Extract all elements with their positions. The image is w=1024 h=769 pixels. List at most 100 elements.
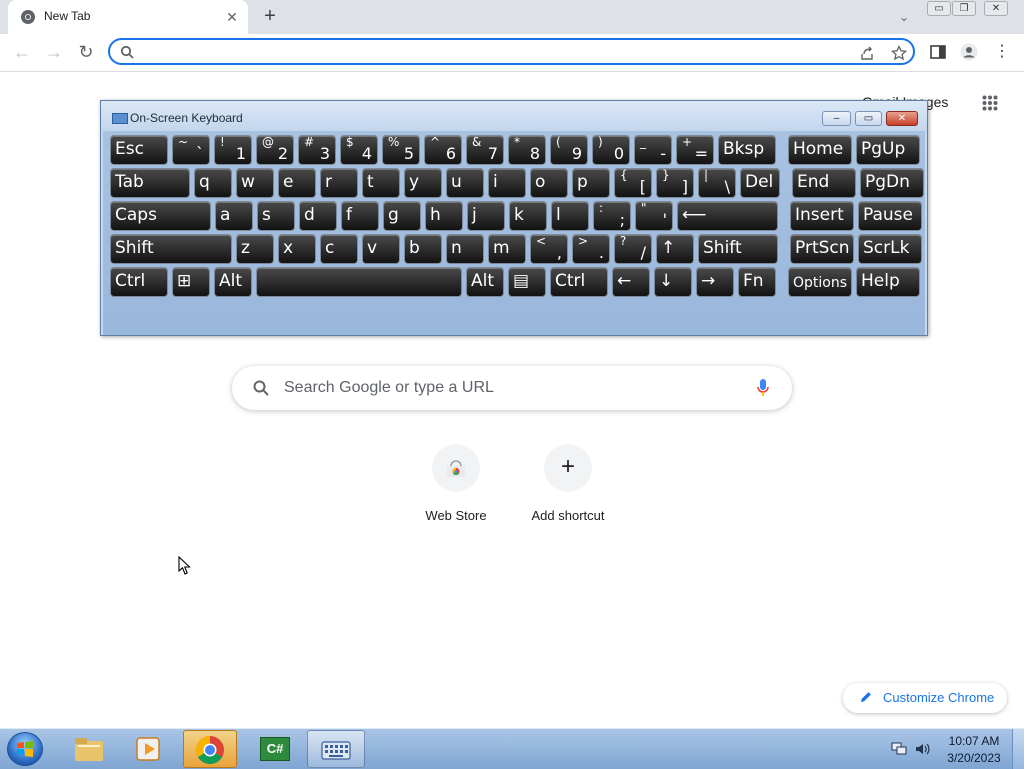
osk-maximize-button[interactable]: ▭ (855, 111, 882, 126)
osk-key-s[interactable]: s (257, 201, 295, 231)
osk-key-ctrl[interactable]: Ctrl (110, 267, 168, 297)
on-screen-keyboard-window[interactable]: On-Screen Keyboard – ▭ ✕ Esc ~ `! 1 @2 #3 $4% 5… (100, 100, 928, 336)
osk-key-m[interactable]: m (488, 234, 526, 264)
osk-minimize-button[interactable]: – (822, 111, 851, 126)
new-tab-button[interactable]: + (258, 5, 282, 29)
close-window-button[interactable]: ✕ (984, 1, 1008, 16)
reload-button[interactable]: ↻ (75, 41, 97, 63)
customize-chrome-button[interactable]: Customize Chrome (843, 683, 1007, 713)
osk-key-pgdn[interactable]: PgDn (860, 168, 924, 198)
tab-close-icon[interactable]: ✕ (224, 9, 240, 25)
osk-key-pgup[interactable]: PgUp (856, 135, 920, 165)
osk-key-home[interactable]: Home (788, 135, 852, 165)
osk-key-bksp[interactable]: Bksp (718, 135, 776, 165)
osk-key-6-symbol[interactable]: ^ 6 (424, 135, 462, 165)
osk-key-pause[interactable]: Pause (858, 201, 922, 231)
osk-key-9-symbol[interactable]: (9 (550, 135, 588, 165)
osk-key-q[interactable]: q (194, 168, 232, 198)
osk-key-symbol-symbol[interactable]: ~ ` (172, 135, 210, 165)
osk-key-shift[interactable]: Shift (698, 234, 778, 264)
taskbar-windows-explorer[interactable] (60, 730, 118, 768)
menu-kebab-icon[interactable]: ⋮ (993, 43, 1011, 61)
osk-key-j[interactable]: j (467, 201, 505, 231)
osk-key-i[interactable]: i (488, 168, 526, 198)
osk-key-caps[interactable]: Caps (110, 201, 211, 231)
osk-key-symbol[interactable]: ↑ (656, 234, 694, 264)
osk-key-fn[interactable]: Fn (738, 267, 776, 297)
osk-key-symbol[interactable]: ⊞ (172, 267, 210, 297)
osk-key-esc[interactable]: Esc (110, 135, 168, 165)
osk-key-a[interactable]: a (215, 201, 253, 231)
osk-close-button[interactable]: ✕ (886, 111, 918, 126)
osk-key-3-symbol[interactable]: #3 (298, 135, 336, 165)
osk-key-p[interactable]: p (572, 168, 610, 198)
osk-key-e[interactable]: e (278, 168, 316, 198)
address-bar[interactable] (108, 38, 915, 65)
volume-icon[interactable] (914, 741, 930, 757)
osk-key-symbol-symbol[interactable]: + = (676, 135, 714, 165)
show-desktop-button[interactable] (1012, 729, 1024, 769)
osk-key-symbol-symbol[interactable]: >. (572, 234, 610, 264)
osk-key-c[interactable]: c (320, 234, 358, 264)
osk-titlebar[interactable]: On-Screen Keyboard – ▭ ✕ (101, 101, 927, 131)
tab-search-chevron-icon[interactable]: ⌄ (895, 8, 913, 26)
osk-key-symbol-symbol[interactable]: ? / (614, 234, 652, 264)
side-panel-icon[interactable] (929, 43, 947, 61)
osk-key-symbol-symbol[interactable]: | \ (698, 168, 736, 198)
osk-key-symbol[interactable]: → (696, 267, 734, 297)
google-apps-icon[interactable] (982, 95, 998, 111)
profile-avatar-icon[interactable] (960, 43, 978, 61)
osk-key-4-symbol[interactable]: $4 (340, 135, 378, 165)
osk-key-alt[interactable]: Alt (466, 267, 504, 297)
osk-key-alt[interactable]: Alt (214, 267, 252, 297)
osk-key-end[interactable]: End (792, 168, 856, 198)
osk-key-y[interactable]: y (404, 168, 442, 198)
osk-key-prtscn[interactable]: PrtScn (790, 234, 854, 264)
tab-new-tab[interactable]: New Tab ✕ (8, 0, 248, 34)
osk-key-b[interactable]: b (404, 234, 442, 264)
osk-key-scrlk[interactable]: ScrLk (858, 234, 922, 264)
osk-key-space[interactable] (256, 267, 462, 297)
taskbar-media-player[interactable] (120, 730, 178, 768)
taskbar-google-chrome[interactable] (183, 730, 237, 768)
osk-key-x[interactable]: x (278, 234, 316, 264)
osk-key-2-symbol[interactable]: @2 (256, 135, 294, 165)
osk-key-symbol-symbol[interactable]: <, (530, 234, 568, 264)
back-button[interactable]: ← (11, 41, 33, 63)
osk-key-v[interactable]: v (362, 234, 400, 264)
osk-key-5-symbol[interactable]: % 5 (382, 135, 420, 165)
forward-button[interactable]: → (43, 41, 65, 63)
osk-key-r[interactable]: r (320, 168, 358, 198)
osk-key-symbol-symbol[interactable]: _ - (634, 135, 672, 165)
osk-key-t[interactable]: t (362, 168, 400, 198)
shortcut-web-store[interactable]: Web Store (400, 442, 512, 532)
bookmark-star-icon[interactable] (891, 45, 907, 61)
osk-key-symbol-symbol[interactable]: :; (593, 201, 631, 231)
osk-key-l[interactable]: l (551, 201, 589, 231)
clock-date[interactable]: 3/20/2023 (946, 751, 1002, 765)
osk-key-shift[interactable]: Shift (110, 234, 232, 264)
osk-key-f[interactable]: f (341, 201, 379, 231)
minimize-button[interactable]: ▭ (927, 1, 951, 16)
osk-key-1-symbol[interactable]: ! 1 (214, 135, 252, 165)
osk-key-insert[interactable]: Insert (790, 201, 854, 231)
osk-key-h[interactable]: h (425, 201, 463, 231)
osk-key-symbol-symbol[interactable]: }] (656, 168, 694, 198)
osk-key-8-symbol[interactable]: * 8 (508, 135, 546, 165)
osk-key-g[interactable]: g (383, 201, 421, 231)
osk-key-7-symbol[interactable]: & 7 (466, 135, 504, 165)
osk-key-z[interactable]: z (236, 234, 274, 264)
osk-key-help[interactable]: Help (856, 267, 920, 297)
taskbar-csharp-editor[interactable]: C# (246, 730, 304, 768)
osk-key-symbol[interactable]: ⟵ (677, 201, 778, 231)
osk-key-o[interactable]: o (530, 168, 568, 198)
share-icon[interactable] (859, 45, 875, 61)
osk-key-w[interactable]: w (236, 168, 274, 198)
osk-key-symbol[interactable]: ↓ (654, 267, 692, 297)
osk-key-options[interactable]: Options (788, 267, 852, 297)
osk-key-del[interactable]: Del (740, 168, 780, 198)
shortcut-add[interactable]: + Add shortcut (512, 442, 624, 532)
osk-key-u[interactable]: u (446, 168, 484, 198)
osk-key-0-symbol[interactable]: ) 0 (592, 135, 630, 165)
osk-key-symbol[interactable]: ← (612, 267, 650, 297)
